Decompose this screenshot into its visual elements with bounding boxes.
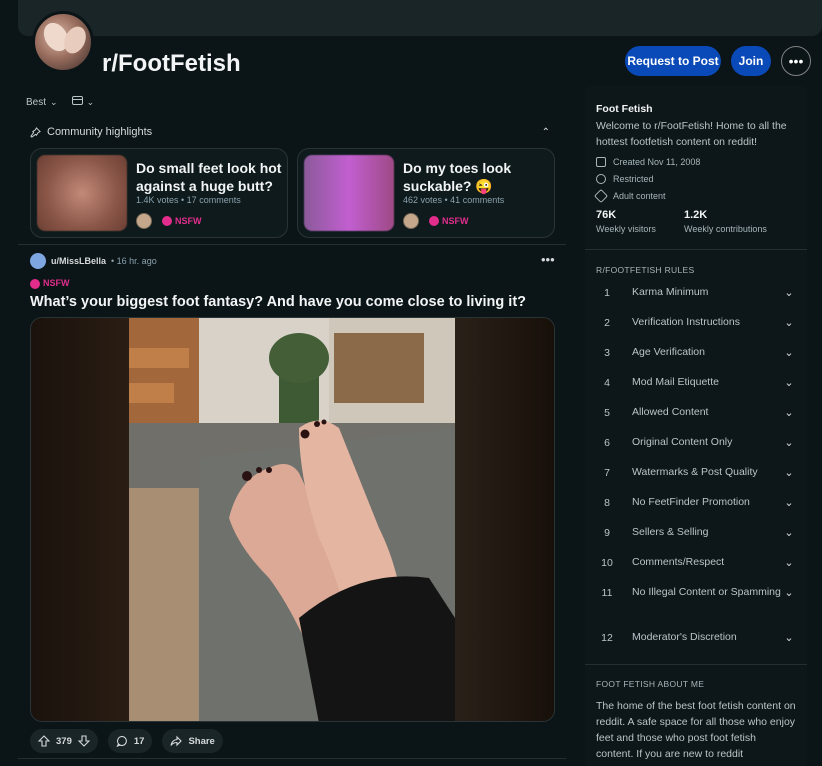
image-backdrop — [454, 318, 554, 721]
chevron-down-icon[interactable]: ⌄ — [782, 466, 796, 479]
post-title[interactable]: What’s your biggest foot fantasy? And ha… — [30, 294, 526, 310]
highlight-meta: 1.4K votes • 17 comments — [136, 195, 241, 205]
highlight-meta: 462 votes • 41 comments — [403, 195, 505, 205]
share-icon — [170, 735, 183, 747]
post-author[interactable]: u/MissLBella • 16 hr. ago — [30, 253, 157, 269]
sidebar-description: Welcome to r/FootFetish! Home to all the… — [596, 120, 787, 148]
rule-item[interactable]: 8 No FeetFinder Promotion ⌄ — [596, 495, 796, 510]
avatar — [30, 253, 46, 269]
sidebar-community-name: Foot Fetish — [596, 103, 653, 115]
nsfw-icon — [593, 188, 609, 204]
adult-content-status: Adult content — [593, 188, 666, 204]
nsfw-badge: NSFW — [162, 216, 202, 227]
join-button[interactable]: Join — [731, 46, 771, 76]
share-button[interactable]: Share — [162, 729, 223, 753]
card-view-icon — [71, 96, 83, 105]
avatar — [403, 213, 419, 229]
divider — [585, 249, 807, 250]
comment-icon — [116, 735, 127, 747]
subreddit-name: r/FootFetish — [102, 50, 241, 77]
divider — [18, 244, 566, 245]
image-backdrop — [31, 318, 129, 721]
community-banner — [18, 0, 822, 36]
rules-heading: R/FOOTFETISH RULES — [596, 265, 695, 275]
rule-item[interactable]: 2 Verification Instructions ⌄ — [596, 315, 796, 330]
chevron-down-icon[interactable]: ⌄ — [782, 406, 796, 419]
post-time: • 16 hr. ago — [111, 256, 157, 266]
chevron-down-icon[interactable]: ⌄ — [782, 436, 796, 449]
rule-item[interactable]: 10 Comments/Respect ⌄ — [596, 555, 796, 570]
highlight-thumbnail — [304, 155, 394, 231]
highlights-label: Community highlights — [47, 126, 153, 138]
chevron-down-icon[interactable]: ⌄ — [782, 631, 796, 644]
share-label: Share — [188, 735, 215, 747]
rule-item[interactable]: 6 Original Content Only ⌄ — [596, 435, 796, 450]
weekly-visitors-stat: 76K Weekly visitors — [596, 209, 656, 234]
divider — [18, 758, 566, 759]
about-text: The home of the best foot fetish content… — [596, 700, 796, 760]
created-date: Created Nov 11, 2008 — [596, 157, 700, 167]
sort-label: Best — [26, 96, 47, 108]
chevron-down-icon[interactable]: ⌄ — [782, 526, 796, 539]
rule-item[interactable]: 1 Karma Minimum ⌄ — [596, 285, 796, 300]
request-to-post-button[interactable]: Request to Post — [625, 46, 721, 76]
divider — [585, 664, 807, 665]
downvote-icon[interactable] — [77, 735, 90, 747]
highlight-card[interactable]: Do small feet look hot against a huge bu… — [30, 148, 288, 238]
chevron-down-icon[interactable]: ⌄ — [782, 286, 796, 299]
avatar — [136, 213, 152, 229]
sidebar: Foot Fetish Welcome to r/FootFetish! Hom… — [585, 85, 807, 766]
highlight-thumbnail — [37, 155, 127, 231]
weekly-contributions-stat: 1.2K Weekly contributions — [684, 209, 767, 234]
highlight-card[interactable]: Do my toes look suckable? 😜 462 votes • … — [297, 148, 555, 238]
highlight-title: Do my toes look suckable? 😜 — [403, 160, 512, 194]
eye-icon — [596, 174, 606, 184]
rule-item[interactable]: 5 Allowed Content ⌄ — [596, 405, 796, 420]
chevron-down-icon[interactable]: ⌄ — [782, 496, 796, 509]
community-avatar — [32, 11, 94, 73]
post-image[interactable] — [30, 317, 555, 722]
post-options-button[interactable]: ••• — [541, 252, 555, 267]
upvote-icon[interactable] — [38, 735, 50, 747]
highlight-title: Do small feet look hot against a huge bu… — [136, 160, 282, 194]
chevron-down-icon[interactable]: ⌄ — [782, 556, 796, 569]
comment-count: 17 — [133, 735, 145, 747]
about-heading: FOOT FETISH ABOUT ME — [596, 679, 705, 689]
chevron-down-icon[interactable]: ⌄ — [782, 586, 796, 599]
comments-button[interactable]: 17 — [107, 729, 153, 753]
chevron-down-icon: ⌄ — [50, 96, 58, 107]
nsfw-badge: NSFW — [30, 278, 70, 289]
rule-item[interactable]: 9 Sellers & Selling ⌄ — [596, 525, 796, 540]
rule-item[interactable]: 3 Age Verification ⌄ — [596, 345, 796, 360]
pin-icon — [30, 126, 41, 138]
cake-icon — [596, 157, 606, 167]
restricted-status: Restricted — [596, 174, 654, 184]
view-toggle[interactable]: ⌄ — [71, 96, 95, 108]
rule-item[interactable]: 4 Mod Mail Etiquette ⌄ — [596, 375, 796, 390]
rule-item[interactable]: 7 Watermarks & Post Quality ⌄ — [596, 465, 796, 480]
chevron-down-icon[interactable]: ⌄ — [782, 376, 796, 389]
chevron-down-icon[interactable]: ⌄ — [782, 346, 796, 359]
rule-item[interactable]: 11 No Illegal Content or Spamming ⌄ — [596, 585, 796, 600]
vote-control[interactable]: 379 — [30, 729, 98, 753]
nsfw-badge: NSFW — [429, 216, 469, 227]
vote-count: 379 — [56, 735, 72, 747]
feet-photo — [129, 318, 455, 721]
sort-dropdown[interactable]: Best ⌄ — [26, 97, 58, 108]
rule-item[interactable]: 12 Moderator's Discretion ⌄ — [596, 630, 796, 645]
collapse-icon[interactable]: ⌃ — [542, 127, 550, 138]
chevron-down-icon[interactable]: ⌄ — [782, 316, 796, 329]
chevron-down-icon: ⌄ — [86, 97, 95, 107]
author-name[interactable]: u/MissLBella — [51, 256, 106, 266]
community-highlights-header[interactable]: Community highlights ⌃ — [30, 126, 550, 138]
more-options-button[interactable]: ••• — [781, 46, 811, 76]
